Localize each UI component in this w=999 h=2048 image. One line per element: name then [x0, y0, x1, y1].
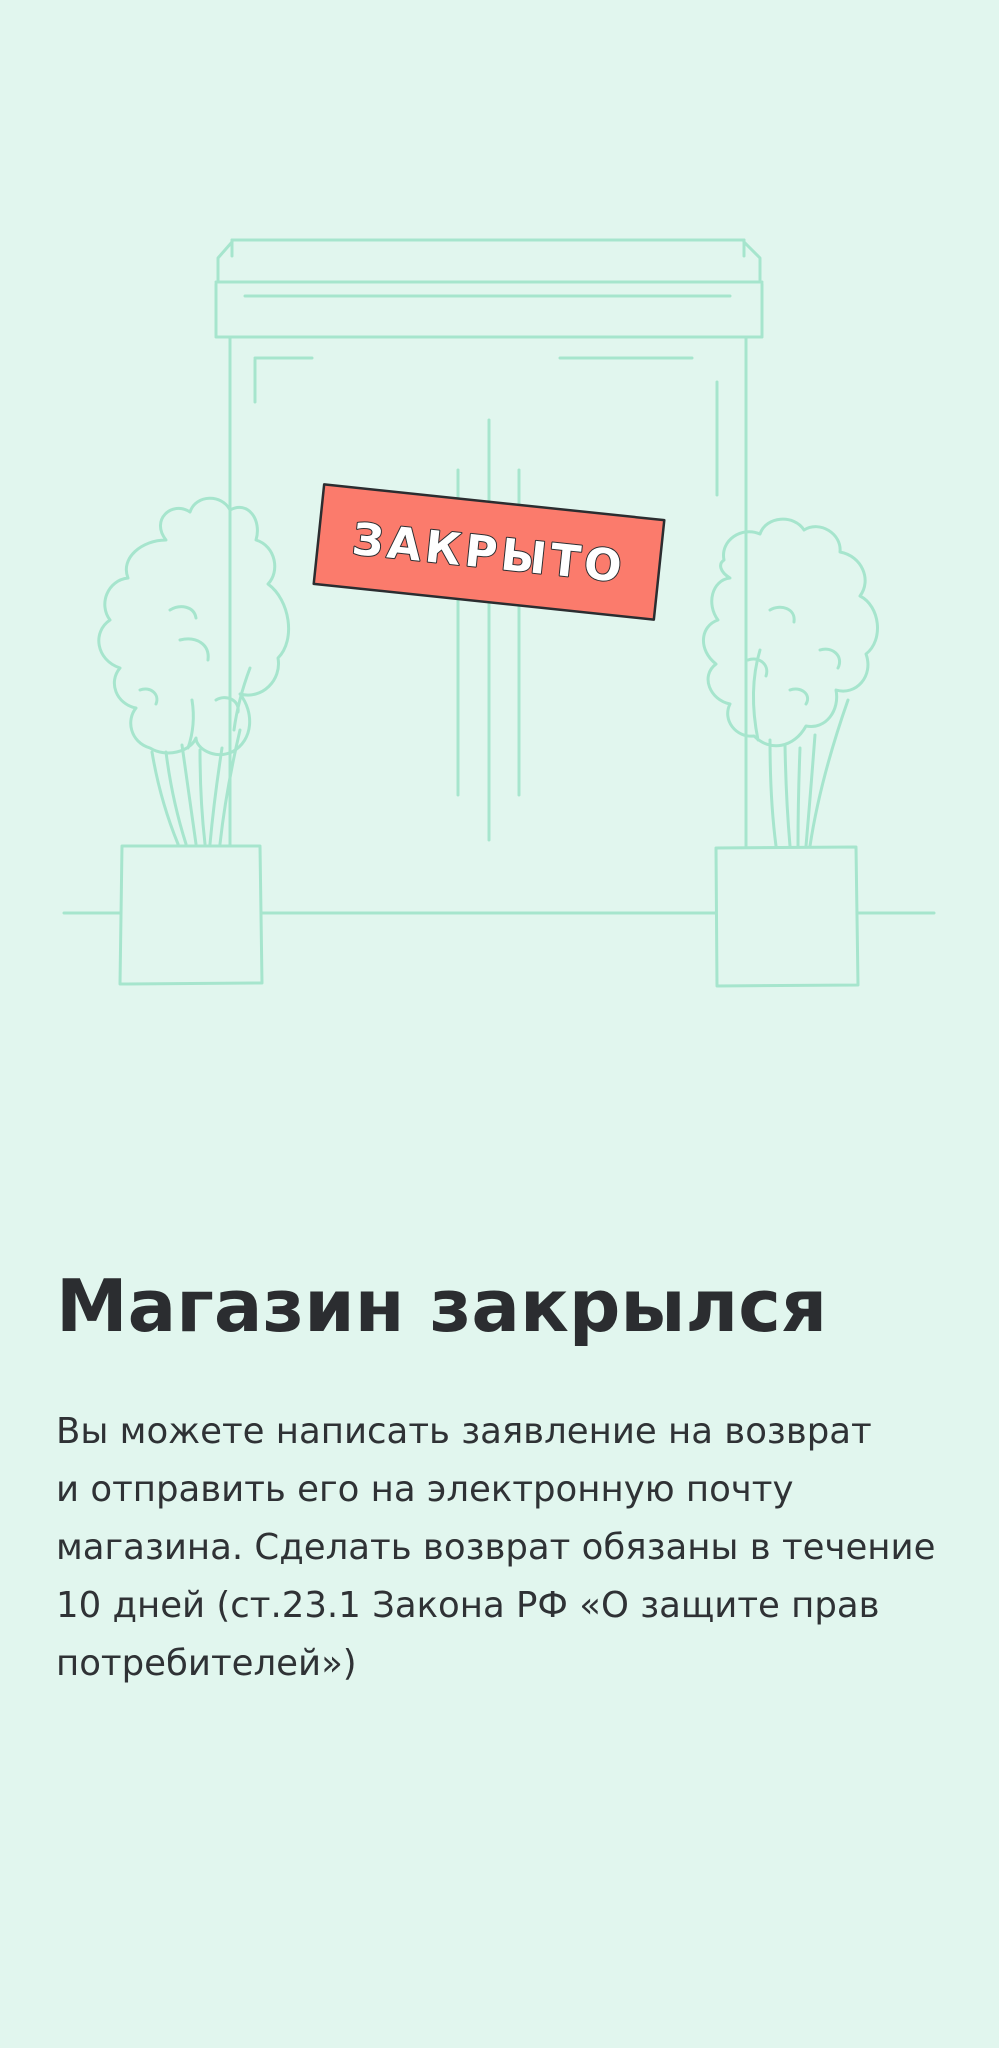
left-plant-pot [118, 844, 264, 986]
description-line: 10 дней (ст.23.1 Закона РФ «О защите пра… [56, 1585, 880, 1626]
description-text: Вы можете написать заявление на возврат … [56, 1403, 956, 1693]
left-plant [97, 496, 291, 846]
page-title: Магазин закрылся [56, 1264, 828, 1348]
closed-store-illustration: ЗАКРЫТО [0, 0, 999, 1010]
right-plant-pot [714, 845, 860, 988]
closed-sign: ЗАКРЫТО [312, 483, 666, 621]
description-line: Вы можете написать заявление на возврат [56, 1411, 872, 1452]
description-line: магазина. Сделать возврат обязаны в тече… [56, 1527, 936, 1568]
right-plant [702, 517, 879, 848]
description-line: потребителей») [56, 1643, 357, 1684]
description-line: и отправить его на электронную почту [56, 1469, 794, 1510]
